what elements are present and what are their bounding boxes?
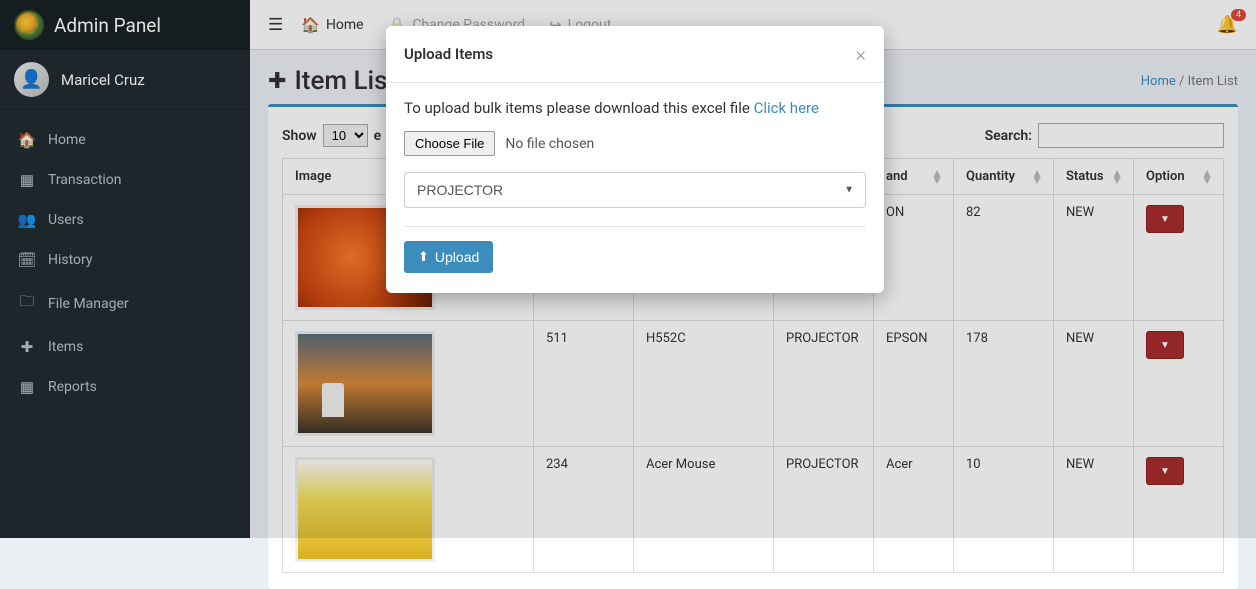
choose-file-button[interactable]: Choose File	[404, 131, 495, 156]
modal-title: Upload Items	[404, 45, 493, 63]
download-template-link[interactable]: Click here	[754, 99, 819, 117]
category-select-wrap: PROJECTOR	[404, 172, 866, 208]
upload-button-label: Upload	[435, 249, 479, 265]
upload-button[interactable]: ⬆ Upload	[404, 241, 493, 273]
modal-body: To upload bulk items please download thi…	[386, 83, 884, 293]
modal-header: Upload Items ×	[386, 26, 884, 83]
upload-icon: ⬆	[418, 249, 429, 265]
modal-instructions: To upload bulk items please download thi…	[404, 99, 866, 117]
file-input-row: Choose File No file chosen	[404, 131, 866, 156]
upload-modal: Upload Items × To upload bulk items plea…	[386, 26, 884, 293]
close-icon[interactable]: ×	[856, 42, 866, 66]
file-status: No file chosen	[505, 136, 594, 152]
modal-footer: ⬆ Upload	[404, 226, 866, 273]
category-select[interactable]: PROJECTOR	[404, 172, 866, 208]
modal-prompt-text: To upload bulk items please download thi…	[404, 99, 754, 117]
